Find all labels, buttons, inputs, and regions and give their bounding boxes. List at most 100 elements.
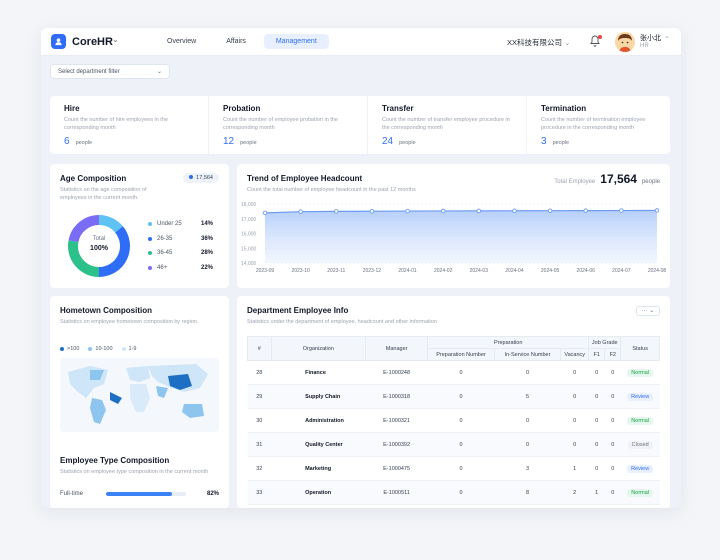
donut-slice-under-25[interactable] [98, 215, 123, 233]
chevron-down-icon[interactable]: ⌄ [664, 32, 670, 40]
headcount-trend-card: Trend of Employee Headcount Count the to… [237, 164, 670, 288]
donut-center-value: 100% [90, 245, 108, 252]
table-row[interactable]: 29 Supply Chain E-1000318 0 5 0 0 0 Review [247, 384, 660, 409]
cell-in-service-number: 0 [494, 360, 561, 385]
cell-f1: 0 [588, 360, 605, 385]
col-header-manager[interactable]: Manager [364, 336, 429, 361]
table-row[interactable]: 33 Operation E-1000511 0 8 2 1 0 Normal [247, 480, 660, 505]
card-subtitle: Statistics on employee hometown composit… [60, 319, 199, 325]
legend-label: 10-100 [95, 346, 113, 352]
stat-unit: people [399, 140, 416, 146]
employee-type-bar [106, 492, 186, 496]
status-badge[interactable]: Review [627, 392, 654, 401]
status-badge[interactable]: Normal [627, 368, 654, 377]
data-point[interactable] [619, 208, 624, 213]
age-legend: Under 25 14% 26-35 36% 36-45 28% 46+ 22% [148, 217, 213, 275]
total-employee: Total Employee 17,564 people [554, 172, 660, 186]
cell-manager: E-1000318 [365, 384, 428, 409]
headcount-area-chart[interactable]: 18,000 17,000 16,000 15,000 14,0002023-09 202… [237, 198, 670, 288]
tab-affairs[interactable]: Affairs [214, 34, 258, 49]
stat-card-termination[interactable]: Termination Count the number of terminat… [527, 96, 681, 154]
legend-label: 36-45 [157, 250, 173, 257]
avatar[interactable] [615, 32, 635, 52]
data-point[interactable] [369, 208, 375, 214]
stat-card-hire[interactable]: Hire Count the number of hire employees … [50, 96, 209, 154]
x-tick-label: 2023-10 [291, 268, 310, 274]
app-logo[interactable] [51, 34, 66, 49]
table-row[interactable]: 30 Administration E-1000321 0 0 0 0 0 Normal [247, 408, 660, 433]
col-header-no[interactable]: # [247, 336, 272, 361]
data-point[interactable] [654, 208, 660, 213]
data-point[interactable] [298, 209, 303, 214]
x-tick-label: 2023-09 [256, 268, 275, 274]
data-point[interactable] [476, 208, 482, 214]
data-point[interactable] [405, 208, 410, 214]
stat-title: Probation [223, 104, 261, 113]
employee-type-subtitle: Statistics on employee type composition … [60, 469, 209, 475]
more-options-button[interactable]: ··· ⌄ [636, 306, 660, 316]
cell-in-service-number: 5 [494, 384, 561, 409]
stats-summary: Hire Count the number of hire employees … [50, 96, 670, 154]
stat-unit: people [552, 140, 570, 146]
legend-item: 36-45 28% [148, 246, 213, 261]
table-row[interactable]: 28 Finance E-1000248 0 0 0 0 0 Normal [247, 360, 660, 385]
cell-no: 31 [247, 432, 272, 457]
cell-manager: E-1000511 [365, 480, 428, 505]
table-row[interactable]: 32 Marketing E-1000475 0 3 1 0 0 Review [247, 456, 660, 481]
cell-f1: 0 [588, 432, 605, 457]
cell-f2: 0 [604, 480, 621, 505]
col-header-in-service-number[interactable]: In-Service Number [493, 348, 562, 361]
cell-no: 30 [247, 408, 272, 433]
world-map[interactable] [60, 358, 219, 432]
legend-value: 14% [201, 221, 214, 228]
legend-value: 22% [201, 264, 214, 271]
x-tick-label: 2024-02 [434, 268, 453, 274]
legend-label: >100 [67, 346, 80, 352]
cell-vacancy: 0 [560, 384, 589, 409]
col-header-f2[interactable]: F2 [604, 348, 622, 361]
stat-title: Termination [541, 104, 587, 113]
data-point[interactable] [547, 208, 553, 213]
table-row[interactable]: 31 Quality Center E-1000392 0 0 0 0 0 Closed [247, 432, 660, 457]
y-tick-label: 17,000 [241, 217, 257, 223]
col-header-organization[interactable]: Organization [270, 336, 367, 361]
data-point[interactable] [512, 208, 517, 214]
col-header-preparation-number[interactable]: Preparation Number [427, 348, 495, 361]
stat-unit: people [75, 140, 93, 146]
data-point[interactable] [583, 208, 588, 213]
col-header-f1[interactable]: F1 [588, 348, 606, 361]
status-badge[interactable]: Closed [627, 440, 653, 449]
x-tick-label: 2024-04 [505, 268, 524, 274]
app-name[interactable]: CoreHR [72, 36, 113, 48]
data-point[interactable] [440, 208, 446, 214]
department-table: # Organization Manager Preparation Job G… [247, 336, 660, 505]
cell-preparation-number: 0 [427, 408, 495, 433]
department-filter-select[interactable]: Select department filter ⌄ [50, 64, 170, 79]
status-badge[interactable]: Normal [627, 488, 654, 497]
cell-preparation-number: 0 [427, 360, 495, 385]
stat-unit: people [240, 140, 257, 146]
col-header-vacancy[interactable]: Vacancy [560, 348, 590, 361]
data-point[interactable] [262, 210, 268, 216]
cell-f1: 0 [588, 408, 605, 433]
stat-description: Count the number of hire employees in th… [64, 117, 168, 131]
chevron-down-icon[interactable]: ⌄ [112, 35, 119, 44]
stat-value: 3 [541, 136, 547, 147]
user-name[interactable]: 张小北 [640, 33, 661, 43]
data-point[interactable] [334, 209, 339, 214]
cell-status: Review [620, 456, 660, 481]
y-tick-label: 16,000 [241, 232, 257, 238]
company-switcher[interactable]: XX科技有限公司 ⌄ [507, 37, 570, 48]
tab-overview[interactable]: Overview [155, 34, 208, 49]
tab-management[interactable]: Management [263, 34, 329, 49]
status-badge[interactable]: Normal [627, 416, 654, 425]
legend-item: 1-9 [121, 346, 136, 352]
status-badge[interactable]: Review [627, 464, 654, 473]
card-title: Hometown Composition [60, 306, 152, 315]
legend-dot [148, 251, 152, 256]
stat-card-probation[interactable]: Probation Count the number of employee p… [209, 96, 368, 154]
stat-description: Count the number of transfer employee pr… [382, 117, 510, 131]
col-header-status[interactable]: Status [620, 336, 660, 361]
stat-card-transfer[interactable]: Transfer Count the number of transfer em… [368, 96, 527, 154]
cell-status: Closed [620, 432, 660, 457]
